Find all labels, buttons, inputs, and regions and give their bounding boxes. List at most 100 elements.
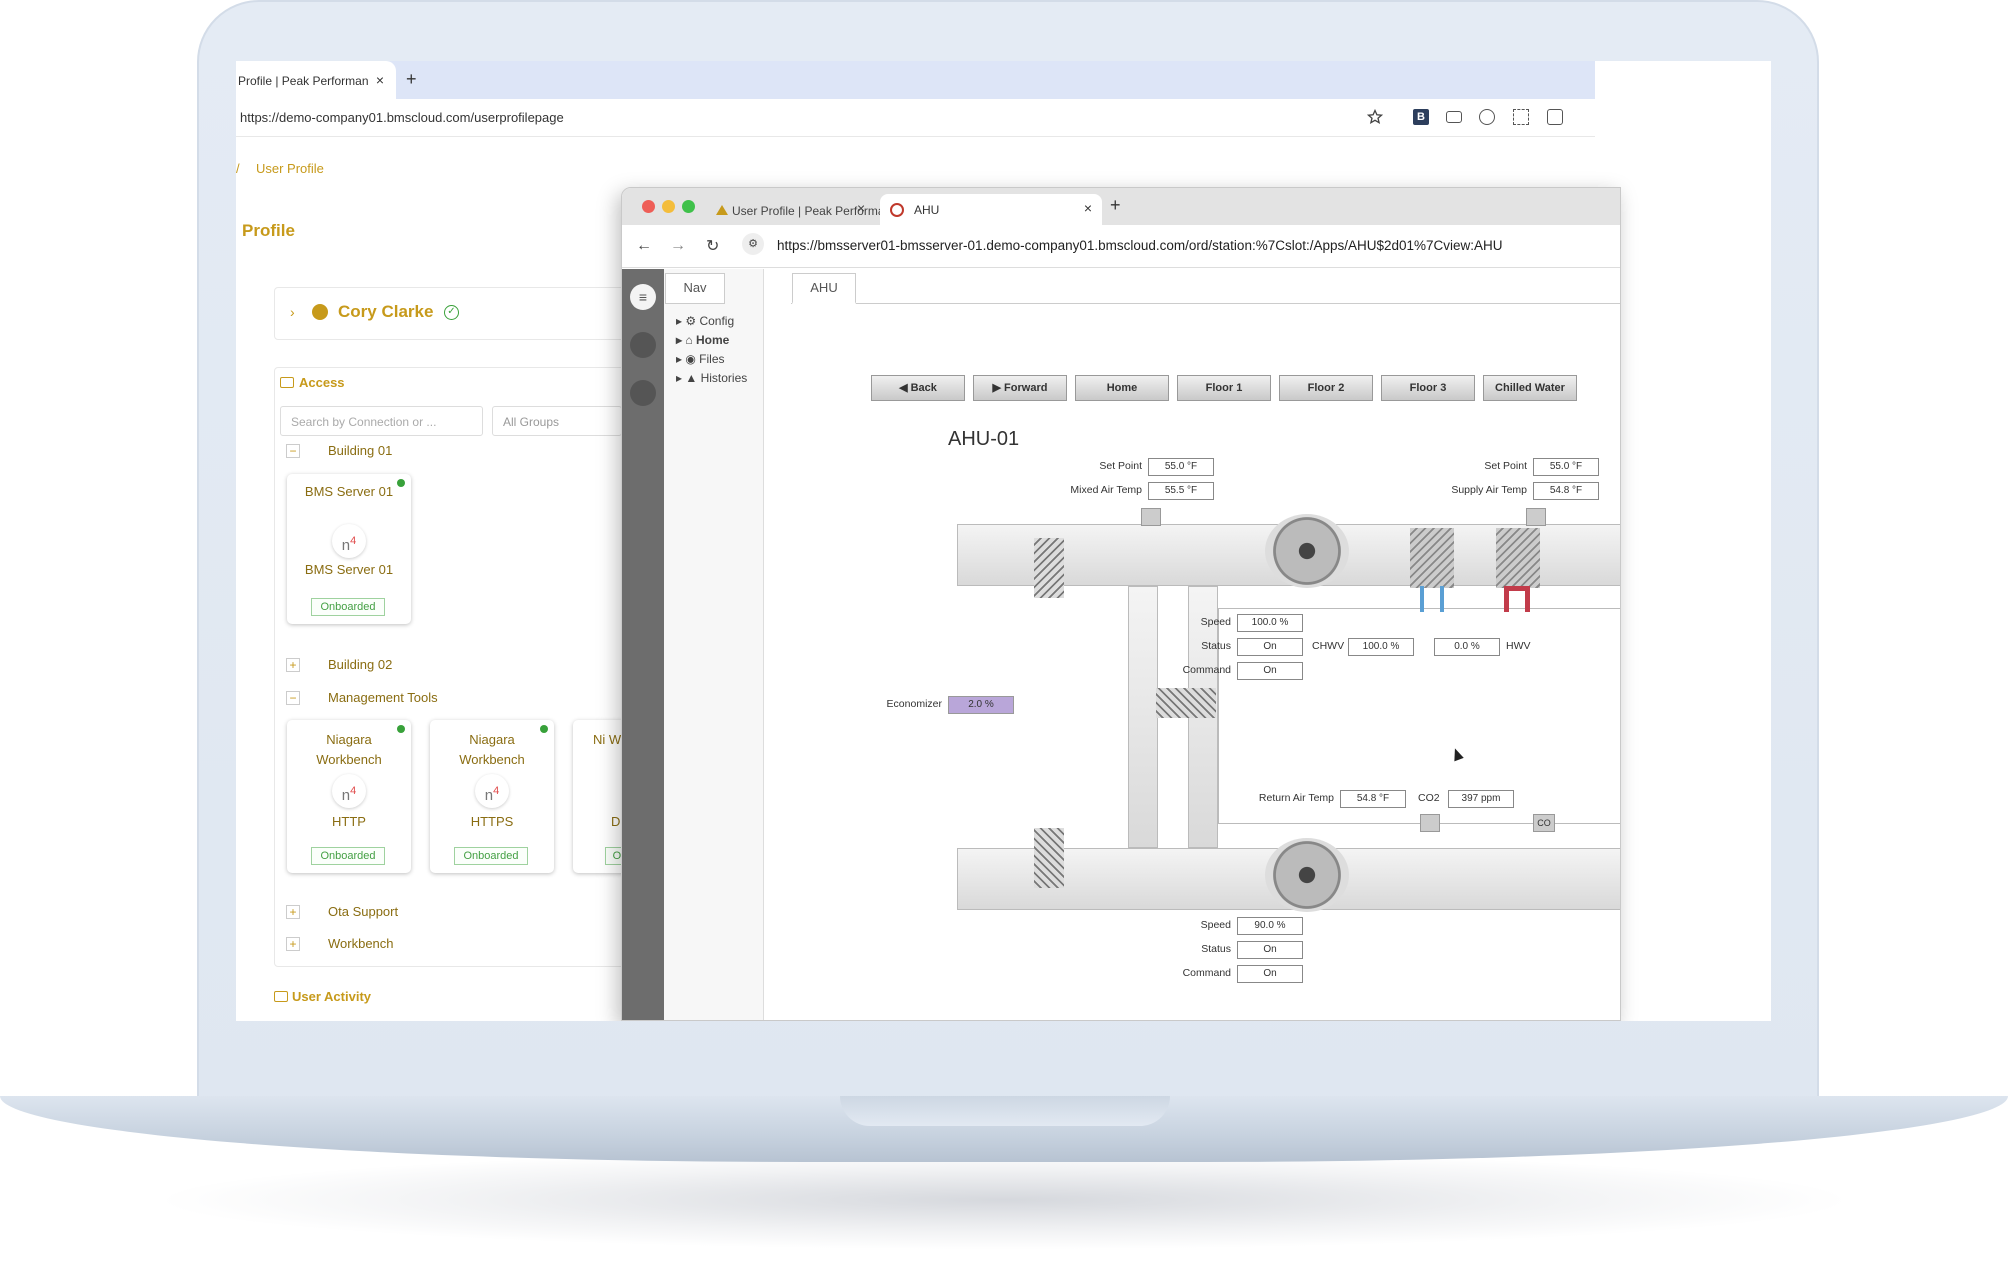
camera-icon[interactable] xyxy=(1446,111,1462,123)
chw-valve-icon xyxy=(1420,586,1444,612)
front-url[interactable]: https://bmsserver01-bmsserver-01.demo-co… xyxy=(777,238,1503,253)
tree-label: Management Tools xyxy=(328,690,438,705)
supply-air-temp-value[interactable]: 54.8 °F xyxy=(1533,482,1599,500)
chevron-right-icon[interactable]: › xyxy=(290,304,295,320)
supply-status-value[interactable]: On xyxy=(1237,638,1303,656)
co2-label: CO2 xyxy=(1418,792,1440,804)
connection-tile[interactable]: Niagara Workbench n4 HTTPS Onboarded xyxy=(430,720,554,873)
close-window-button[interactable] xyxy=(642,200,655,213)
tree-label: Ota Support xyxy=(328,904,399,919)
close-icon[interactable]: × xyxy=(376,72,384,88)
tab-user-profile[interactable]: User Profile | Peak Performan xyxy=(712,196,880,225)
mixed-air-temp-value[interactable]: 55.5 °F xyxy=(1148,482,1214,500)
menu-icon[interactable]: ≡ xyxy=(630,284,656,310)
star-icon[interactable] xyxy=(1366,108,1384,125)
tree-row-building-01[interactable]: − Building 01 xyxy=(286,443,392,458)
return-speed-label: Speed xyxy=(1200,919,1231,931)
return-status-value[interactable]: On xyxy=(1237,941,1303,959)
supply-setpoint-label: Set Point xyxy=(1484,460,1527,472)
breadcrumb[interactable]: User Profile xyxy=(256,161,324,176)
back-url[interactable]: https://demo-company01.bmscloud.com/user… xyxy=(240,110,564,125)
economizer-value[interactable]: 2.0 % xyxy=(948,696,1014,714)
chilled-water-button[interactable]: Chilled Water xyxy=(1483,375,1577,401)
tile-subtitle: BMS Server 01 xyxy=(304,562,394,577)
back-button[interactable]: ◀ Back xyxy=(871,375,965,401)
collapse-icon[interactable]: − xyxy=(286,691,300,705)
tree-row-building-02[interactable]: + Building 02 xyxy=(286,657,392,672)
extension-b-icon[interactable]: B xyxy=(1413,109,1429,125)
tile-subtitle: D xyxy=(611,814,621,829)
page-title: Profile xyxy=(242,221,295,240)
site-settings-icon[interactable]: ⚙ xyxy=(742,233,764,255)
new-tab-button[interactable]: + xyxy=(1110,195,1121,216)
tree-row-workbench[interactable]: + Workbench xyxy=(286,936,394,951)
tree-row-ota-support[interactable]: + Ota Support xyxy=(286,904,398,919)
forward-arrow-icon[interactable]: → xyxy=(670,237,686,255)
connection-tile[interactable]: BMS Server 01 n4 BMS Server 01 Onboarded xyxy=(287,474,411,624)
puzzle-icon[interactable] xyxy=(1547,109,1563,125)
screenshot-icon[interactable] xyxy=(1513,109,1529,125)
supply-setpoint-value[interactable]: 55.0 °F xyxy=(1533,458,1599,476)
heating-coil-icon xyxy=(1496,528,1540,588)
return-air-temp-value[interactable]: 54.8 °F xyxy=(1340,790,1406,808)
hwv-value[interactable]: 0.0 % xyxy=(1434,638,1500,656)
tile-title: BMS Server 01 xyxy=(304,484,394,499)
mixed-setpoint-value[interactable]: 55.0 °F xyxy=(1148,458,1214,476)
connection-tile[interactable]: Niagara Workbench n4 HTTP Onboarded xyxy=(287,720,411,873)
new-tab-button[interactable]: + xyxy=(406,69,417,90)
co2-sensor-icon: CO xyxy=(1533,814,1555,832)
nav-item-histories[interactable]: ▸ ▲ Histories xyxy=(676,369,747,388)
floor-2-button[interactable]: Floor 2 xyxy=(1279,375,1373,401)
exhaust-damper-icon xyxy=(1034,828,1064,888)
chwv-value[interactable]: 100.0 % xyxy=(1348,638,1414,656)
economizer-label: Economizer xyxy=(886,698,942,710)
supply-command-label: Command xyxy=(1182,664,1231,676)
expand-icon[interactable]: + xyxy=(286,658,300,672)
supply-air-sensor-icon xyxy=(1526,508,1546,526)
hw-valve-icon xyxy=(1504,586,1530,612)
supply-speed-value[interactable]: 100.0 % xyxy=(1237,614,1303,632)
supply-status-label: Status xyxy=(1201,640,1231,652)
co2-value[interactable]: 397 ppm xyxy=(1448,790,1514,808)
forward-button[interactable]: ▶ Forward xyxy=(973,375,1067,401)
supply-air-temp-label: Supply Air Temp xyxy=(1451,484,1527,496)
minimize-window-button[interactable] xyxy=(662,200,675,213)
maximize-window-button[interactable] xyxy=(682,200,695,213)
ahu-browser-window: User Profile | Peak Performan × AHU × + … xyxy=(621,187,1621,1021)
home-button[interactable]: Home xyxy=(1075,375,1169,401)
floor-3-button[interactable]: Floor 3 xyxy=(1381,375,1475,401)
supply-command-value[interactable]: On xyxy=(1237,662,1303,680)
sign-in-icon xyxy=(274,991,288,1002)
nav-item-config[interactable]: ▸ ⚙ Config xyxy=(676,312,747,331)
group-select[interactable]: All Groups xyxy=(492,406,622,436)
supply-speed-label: Speed xyxy=(1200,616,1231,628)
onboarded-badge: Onboarded xyxy=(311,598,385,616)
mixed-air-sensor-icon xyxy=(1141,508,1161,526)
back-arrow-icon[interactable]: ← xyxy=(636,237,652,255)
tab-ahu[interactable]: AHU × xyxy=(880,194,1102,225)
niagara-favicon-icon xyxy=(890,203,904,217)
tree-label: Building 02 xyxy=(328,657,393,672)
nav-tab[interactable]: Nav xyxy=(665,273,725,304)
return-command-value[interactable]: On xyxy=(1237,965,1303,983)
close-icon[interactable]: × xyxy=(857,200,865,216)
tab-ahu-view[interactable]: AHU xyxy=(792,273,856,304)
wordpress-icon[interactable] xyxy=(1479,109,1495,125)
folder-icon[interactable] xyxy=(630,380,656,406)
close-icon[interactable]: × xyxy=(1084,200,1092,216)
reload-icon[interactable]: ↻ xyxy=(706,236,719,256)
user-icon xyxy=(312,304,328,320)
nav-item-home[interactable]: ▸ ⌂ Home xyxy=(676,331,747,350)
back-tab[interactable]: Profile | Peak Performan × xyxy=(236,61,396,99)
collapse-icon[interactable]: − xyxy=(286,444,300,458)
return-speed-value[interactable]: 90.0 % xyxy=(1237,917,1303,935)
expand-icon[interactable]: + xyxy=(286,937,300,951)
search-icon[interactable] xyxy=(630,332,656,358)
monitor-icon xyxy=(280,377,294,388)
nav-item-files[interactable]: ▸ ◉ Files xyxy=(676,350,747,369)
cooling-coil-icon xyxy=(1410,528,1454,588)
expand-icon[interactable]: + xyxy=(286,905,300,919)
connection-search-input[interactable]: Search by Connection or ... xyxy=(280,406,483,436)
tree-row-management-tools[interactable]: − Management Tools xyxy=(286,690,438,705)
floor-1-button[interactable]: Floor 1 xyxy=(1177,375,1271,401)
